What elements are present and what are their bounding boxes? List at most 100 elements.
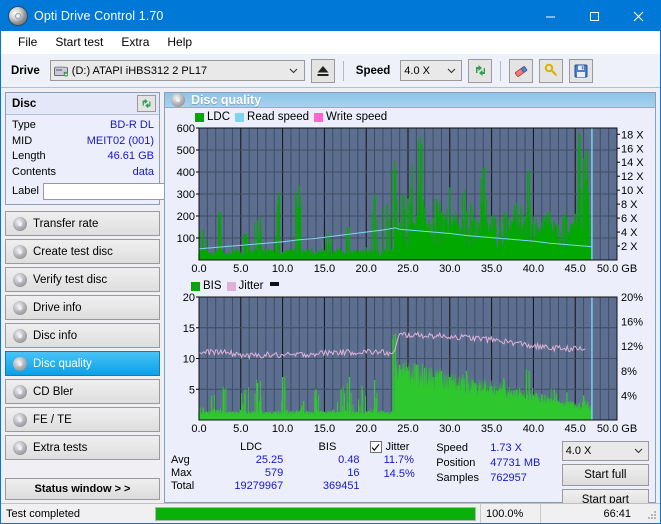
- svg-text:100: 100: [177, 233, 195, 245]
- position-row-value: 47731 MB: [490, 457, 541, 469]
- disc-row-length: Length 46.61 GB: [12, 149, 154, 165]
- disc-panel: Disc Type BD-R DL MID MEIT02 (001) Lengt…: [5, 92, 211, 205]
- window-title: Opti Drive Control 1.70: [34, 9, 164, 23]
- jitter-checkbox[interactable]: [369, 441, 382, 453]
- stats-row-avg-label: Avg: [171, 454, 190, 466]
- sidebar-item-cd-bler[interactable]: CD Bler: [5, 379, 160, 404]
- disc-refresh-button[interactable]: [137, 95, 156, 112]
- legend-item-read-speed: Read speed: [235, 111, 309, 123]
- status-window-button[interactable]: Status window > >: [5, 478, 160, 500]
- sidebar-item-drive-info[interactable]: Drive info: [5, 295, 160, 320]
- disc-info-rows: Type BD-R DL MID MEIT02 (001) Length 46.…: [6, 115, 211, 204]
- jitter-checkbox-row[interactable]: Jitter: [369, 441, 433, 453]
- progress-bar: [151, 504, 480, 523]
- svg-text:50.0 GB: 50.0 GB: [597, 263, 637, 275]
- svg-text:15.0: 15.0: [314, 263, 335, 275]
- resize-grip-icon[interactable]: [645, 508, 657, 520]
- chevron-down-icon[interactable]: [286, 68, 302, 74]
- progress-track: [155, 506, 476, 521]
- test-speed-select[interactable]: 4.0 X: [561, 441, 649, 461]
- svg-text:4%: 4%: [621, 390, 637, 402]
- disc-label-key: Label: [12, 185, 39, 197]
- refresh-button[interactable]: [468, 58, 493, 83]
- stats-header-bis: BIS: [318, 441, 337, 453]
- status-text: Test completed: [6, 507, 80, 520]
- svg-text:10: 10: [183, 354, 195, 366]
- main-header: Disc quality: [165, 93, 655, 108]
- disc-test-icon: [13, 216, 27, 231]
- jitter-column: Jitter 11.7% 14.5%: [369, 441, 433, 511]
- body: Disc Type BD-R DL MID MEIT02 (001) Lengt…: [1, 88, 660, 511]
- legend-label-write-speed: Write speed: [326, 111, 388, 123]
- svg-text:50.0 GB: 50.0 GB: [597, 423, 637, 435]
- samples-row-label: Samples: [436, 472, 479, 484]
- speed-label: Speed: [355, 64, 391, 77]
- extra-tests-icon: [13, 440, 27, 455]
- close-button[interactable]: [616, 1, 660, 31]
- svg-text:35.0: 35.0: [481, 263, 502, 275]
- chevron-down-icon[interactable]: [443, 68, 459, 74]
- maximize-button[interactable]: [572, 1, 616, 31]
- sidebar-item-create-test-disc[interactable]: Create test disc: [5, 239, 160, 264]
- elapsed-time: 66:41: [540, 504, 645, 523]
- ldc-chart-legend: LDC Read speed Write speed: [169, 110, 651, 124]
- eject-button[interactable]: [310, 58, 335, 83]
- menu-item-extra[interactable]: Extra: [112, 32, 158, 52]
- menu-item-start-test[interactable]: Start test: [46, 32, 112, 52]
- disc-quality-icon: [13, 356, 27, 371]
- sidebar-item-disc-quality[interactable]: Disc quality: [5, 351, 160, 376]
- legend-swatch-jitter: [226, 281, 236, 291]
- sidebar-item-extra-tests[interactable]: Extra tests: [5, 435, 160, 460]
- bis-jitter-chart[interactable]: 5 10 15 20 4% 8% 12% 16% 20% 0.0 5.0 10.0 15.0 20.0 25…: [169, 292, 651, 439]
- sidebar-item-transfer-rate[interactable]: Transfer rate: [5, 211, 160, 236]
- disc-row-length-value: 46.61 GB: [107, 150, 154, 162]
- start-full-button[interactable]: Start full: [561, 464, 649, 486]
- svg-text:10.0: 10.0: [272, 263, 293, 275]
- svg-text:30.0: 30.0: [439, 263, 460, 275]
- svg-text:600: 600: [177, 124, 195, 135]
- stats-row-total-label: Total: [171, 480, 195, 492]
- toolbar: Drive (D:) ATAPI iHBS312 2 PL17 Speed 4.…: [1, 54, 660, 88]
- svg-text:8 X: 8 X: [621, 199, 638, 211]
- sidebar-item-label: FE / TE: [33, 413, 72, 426]
- speed-select[interactable]: 4.0 X: [400, 60, 463, 81]
- save-button[interactable]: [569, 58, 594, 83]
- disc-row-contents: Contents data: [12, 165, 154, 181]
- svg-text:300: 300: [177, 189, 195, 201]
- svg-text:500: 500: [177, 145, 195, 157]
- disc-label-row: Label: [12, 182, 211, 200]
- legend-swatch-ldc: [195, 112, 204, 122]
- disc-panel-header: Disc: [6, 93, 159, 115]
- sidebar-item-fe-te[interactable]: FE / TE: [5, 407, 160, 432]
- drive-label: Drive: [11, 64, 40, 77]
- drive-select[interactable]: (D:) ATAPI iHBS312 2 PL17: [49, 60, 305, 81]
- key-button[interactable]: [539, 58, 564, 83]
- speed-row-label: Speed: [436, 442, 469, 454]
- svg-text:5.0: 5.0: [233, 423, 248, 435]
- svg-text:14 X: 14 X: [621, 157, 644, 169]
- stats-avg-bis: 0.48: [338, 454, 360, 466]
- sidebar: Disc Type BD-R DL MID MEIT02 (001) Lengt…: [5, 92, 211, 503]
- speed-column: Speed 1.73 X Position 47731 MB Samples 7…: [436, 441, 557, 511]
- sidebar-item-label: Verify test disc: [33, 273, 108, 286]
- svg-text:20.0: 20.0: [355, 423, 376, 435]
- svg-text:10.0: 10.0: [272, 423, 293, 435]
- jitter-label: Jitter: [385, 441, 410, 453]
- chevron-down-icon[interactable]: [630, 448, 646, 454]
- action-buttons: 4.0 X Start full Start part: [561, 441, 649, 511]
- svg-text:400: 400: [177, 167, 195, 179]
- ldc-chart[interactable]: 100 200 300 400 500 600 2 X 4 X 6 X 8 X 10 X 12 X 14…: [169, 123, 651, 279]
- eraser-button[interactable]: [509, 58, 534, 83]
- svg-text:16%: 16%: [621, 317, 643, 329]
- sidebar-item-verify-test-disc[interactable]: Verify test disc: [5, 267, 160, 292]
- sidebar-item-label: CD Bler: [33, 385, 74, 398]
- drive-icon: [53, 65, 68, 77]
- disc-burn-icon: [13, 244, 27, 259]
- cd-bler-icon: [13, 384, 27, 399]
- menu-item-help[interactable]: Help: [158, 32, 201, 52]
- minimize-button[interactable]: [528, 1, 572, 31]
- menu-item-file[interactable]: File: [9, 32, 46, 52]
- sidebar-item-disc-info[interactable]: Disc info: [5, 323, 160, 348]
- sidebar-item-label: Extra tests: [33, 441, 88, 454]
- title-bar: Opti Drive Control 1.70: [1, 1, 660, 31]
